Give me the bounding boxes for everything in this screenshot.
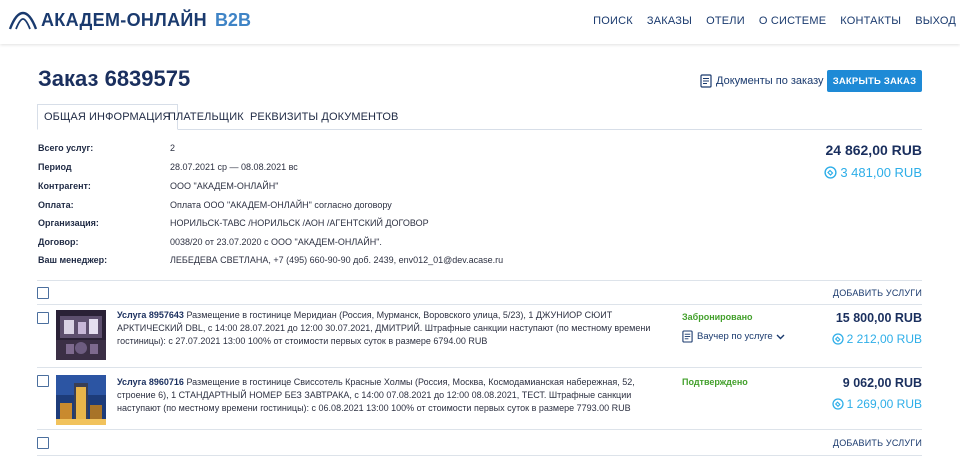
service-bonus-value: 2 212,00 RUB <box>846 332 922 346</box>
tab-general-info[interactable]: ОБЩАЯ ИНФОРМАЦИЯ <box>37 104 178 130</box>
order-bonus-value: 3 481,00 RUB <box>840 165 922 180</box>
service-price: 9 062,00 RUB <box>842 376 922 390</box>
voucher-dropdown[interactable]: Ваучер по услуге <box>682 330 785 343</box>
brand-name: АКАДЕМ-ОНЛАЙН <box>41 10 207 30</box>
hotel-photo-image <box>56 375 106 425</box>
bonus-icon <box>824 166 837 179</box>
service-description-block: Услуга 8960716 Размещение в гостинице Св… <box>117 376 657 415</box>
bonus-icon <box>831 333 844 345</box>
service-description-block: Услуга 8957643 Размещение в гостинице Ме… <box>117 309 657 348</box>
select-all-checkbox-bottom[interactable] <box>37 437 49 449</box>
info-label: Ваш менеджер: <box>38 255 108 265</box>
document-icon <box>700 74 712 88</box>
brand-arc-icon <box>8 11 38 29</box>
hotel-photo-meridian[interactable] <box>56 310 106 360</box>
documents-dropdown[interactable]: Документы по заказу <box>700 74 836 88</box>
tab-document-details[interactable]: РЕКВИЗИТЫ ДОКУМЕНТОВ <box>250 104 398 130</box>
nav-logout[interactable]: ВЫХОД <box>915 15 956 27</box>
service-checkbox[interactable] <box>37 312 49 324</box>
divider <box>37 304 922 305</box>
documents-label: Документы по заказу <box>716 75 824 87</box>
service-title[interactable]: Услуга 8960716 <box>117 377 184 387</box>
info-label: Договор: <box>38 237 79 247</box>
info-value: Оплата ООО "АКАДЕМ-ОНЛАЙН" согласно дого… <box>170 200 392 210</box>
order-bonus: 3 481,00 RUB <box>824 165 922 180</box>
bonus-icon <box>831 398 844 410</box>
divider <box>37 455 922 456</box>
info-value: ООО "АКАДЕМ-ОНЛАЙН" <box>170 181 279 191</box>
order-total: 24 862,00 RUB <box>825 142 922 158</box>
info-value: НОРИЛЬСК-ТАВС /НОРИЛЬСК /АОН /АГЕНТСКИЙ … <box>170 218 429 228</box>
status-badge-confirmed: Подтверждено <box>682 377 748 387</box>
brand-suffix: B2B <box>214 10 251 30</box>
info-label: Период <box>38 162 72 172</box>
service-title[interactable]: Услуга 8957643 <box>117 310 184 320</box>
divider <box>37 429 922 430</box>
info-value: 0038/20 от 23.07.2020 с ООО "АКАДЕМ-ОНЛА… <box>170 237 382 247</box>
status-badge-booked: Забронировано <box>682 312 753 322</box>
info-label: Оплата: <box>38 200 74 210</box>
chevron-down-icon <box>776 334 785 339</box>
nav-search[interactable]: ПОИСК <box>593 15 633 27</box>
info-value: 28.07.2021 ср — 08.08.2021 вс <box>170 162 298 172</box>
info-label: Контрагент: <box>38 181 91 191</box>
hotel-photo-image <box>56 310 106 360</box>
info-value: ЛЕБЕДЕВА СВЕТЛАНА, +7 (495) 660-90-90 до… <box>170 255 504 265</box>
service-bonus-value: 1 269,00 RUB <box>846 397 922 411</box>
top-navigation-bar: АКАДЕМ-ОНЛАЙН B2B ПОИСК ЗАКАЗЫ ОТЕЛИ О С… <box>0 0 960 44</box>
hotel-photo-swissotel[interactable] <box>56 375 106 425</box>
nav-contacts[interactable]: КОНТАКТЫ <box>840 15 901 27</box>
service-description: Размещение в гостинице Меридиан (Россия,… <box>117 310 651 346</box>
nav-hotels[interactable]: ОТЕЛИ <box>706 15 745 27</box>
tab-payer[interactable]: ПЛАТЕЛЬЩИК <box>168 104 244 130</box>
info-label: Всего услуг: <box>38 143 94 153</box>
divider <box>37 367 922 368</box>
add-services-link-bottom[interactable]: ДОБАВИТЬ УСЛУГИ <box>833 438 922 448</box>
add-services-link[interactable]: ДОБАВИТЬ УСЛУГИ <box>833 288 922 298</box>
divider <box>37 280 922 281</box>
info-value: 2 <box>170 143 176 153</box>
info-label: Организация: <box>38 218 99 228</box>
page-title: Заказ 6839575 <box>38 66 191 91</box>
service-description: Размещение в гостинице Свиссотель Красны… <box>117 377 635 413</box>
service-bonus: 2 212,00 RUB <box>831 332 922 346</box>
tab-bar: ОБЩАЯ ИНФОРМАЦИЯ ПЛАТЕЛЬЩИК РЕКВИЗИТЫ ДО… <box>37 104 922 130</box>
close-order-button[interactable]: ЗАКРЫТЬ ЗАКАЗ <box>827 70 922 92</box>
select-all-checkbox[interactable] <box>37 287 49 299</box>
service-bonus: 1 269,00 RUB <box>831 397 922 411</box>
main-nav: ПОИСК ЗАКАЗЫ ОТЕЛИ О СИСТЕМЕ КОНТАКТЫ ВЫ… <box>579 15 956 27</box>
brand-logo[interactable]: АКАДЕМ-ОНЛАЙН B2B <box>8 10 251 31</box>
nav-about[interactable]: О СИСТЕМЕ <box>759 15 826 27</box>
document-icon <box>682 330 693 343</box>
nav-orders[interactable]: ЗАКАЗЫ <box>647 15 692 27</box>
voucher-label: Ваучер по услуге <box>697 331 773 342</box>
service-checkbox[interactable] <box>37 375 49 387</box>
service-price: 15 800,00 RUB <box>835 311 922 325</box>
